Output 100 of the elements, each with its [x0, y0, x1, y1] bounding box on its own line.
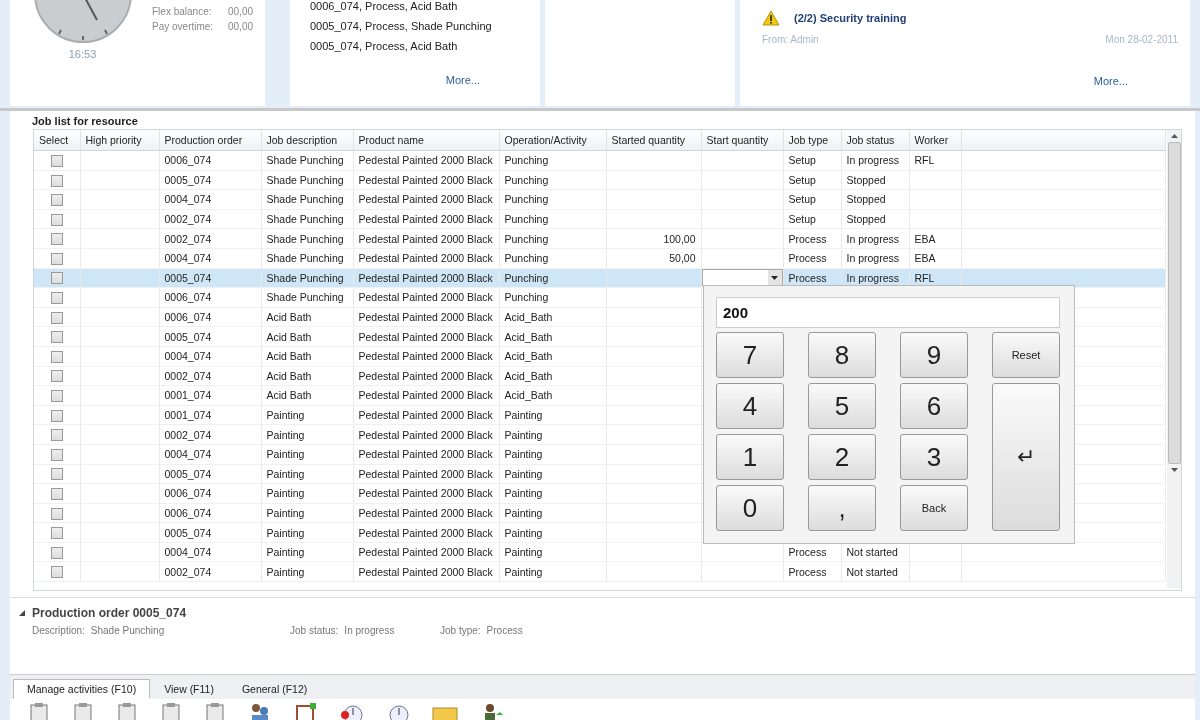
clipboard-icon[interactable]	[72, 703, 94, 720]
column-header[interactable]: Product name	[353, 130, 499, 151]
table-cell: Painting	[504, 428, 543, 441]
message-title[interactable]: (2/2) Security training	[794, 12, 907, 24]
clipboard-icon[interactable]	[204, 703, 226, 720]
keypad-key[interactable]: 1	[716, 434, 784, 480]
checkbox[interactable]	[50, 213, 63, 226]
keypad-key[interactable]: ,	[808, 485, 876, 531]
column-header[interactable]: Job description	[261, 130, 353, 151]
table-cell: EBA	[914, 252, 936, 265]
table-cell: 0004_074	[164, 252, 212, 265]
table-cell: Setup	[788, 154, 816, 167]
checkbox[interactable]	[50, 527, 63, 540]
table-cell: Painting	[266, 467, 305, 480]
table-cell: Process	[788, 232, 827, 245]
keypad-key[interactable]: 3	[900, 434, 968, 480]
table-cell: Pedestal Painted 2000 Black	[358, 154, 493, 167]
keypad-key[interactable]: Reset	[992, 332, 1060, 378]
table-cell: Process	[788, 546, 827, 559]
keypad-key[interactable]: 7	[716, 332, 784, 378]
table-cell: Pedestal Painted 2000 Black	[358, 173, 493, 186]
clipboard-icon[interactable]	[160, 703, 182, 720]
keypad-key[interactable]: ↵	[992, 383, 1060, 531]
checkbox[interactable]	[50, 448, 63, 461]
column-header[interactable]: Job type	[783, 130, 841, 151]
checkbox[interactable]	[50, 507, 63, 520]
table-cell: Painting	[504, 467, 543, 480]
column-header[interactable]: Production order	[159, 130, 261, 151]
keypad-key[interactable]: 9	[900, 332, 968, 378]
table-cell: Painting	[266, 448, 305, 461]
checkbox[interactable]	[50, 252, 63, 265]
column-header[interactable]: Operation/Activity	[499, 130, 606, 151]
table-cell: Pedestal Painted 2000 Black	[358, 467, 493, 480]
keypad-key[interactable]: 6	[900, 383, 968, 429]
column-header[interactable]: Select	[34, 130, 80, 151]
table-cell: 100,00	[663, 232, 696, 245]
ribbon-tab[interactable]: Manage activities (F10)	[13, 679, 151, 699]
keypad-key[interactable]: 4	[716, 383, 784, 429]
checkbox[interactable]	[50, 331, 63, 344]
table-cell: Not started	[846, 546, 898, 559]
ribbon-tab[interactable]: General (F12)	[227, 679, 322, 699]
table-cell: 0006_074	[164, 311, 212, 324]
checkbox[interactable]	[50, 546, 63, 559]
table-cell: Setup	[788, 173, 816, 186]
checkbox[interactable]	[50, 272, 63, 285]
checklist-icon[interactable]	[294, 703, 318, 720]
column-header[interactable]: High priority	[80, 130, 159, 151]
table-cell: Painting	[266, 526, 305, 539]
checkbox[interactable]	[50, 350, 63, 363]
table-cell: Punching	[504, 154, 549, 167]
checkbox[interactable]	[50, 174, 63, 187]
checkbox[interactable]	[50, 292, 63, 305]
column-header[interactable]: Job status	[841, 130, 909, 151]
checkbox[interactable]	[50, 154, 63, 167]
keypad-key[interactable]: 8	[808, 332, 876, 378]
clock-icon[interactable]	[340, 703, 364, 720]
checkbox[interactable]	[50, 468, 63, 481]
column-header[interactable]: Worker	[909, 130, 961, 151]
table-cell: Painting	[504, 487, 543, 500]
scroll-down-icon[interactable]	[1170, 468, 1178, 472]
more-link[interactable]: More...	[445, 74, 480, 86]
table-cell: Acid Bath	[266, 311, 312, 324]
checkbox[interactable]	[50, 429, 63, 442]
column-header[interactable]: Start quantity	[701, 130, 783, 151]
recent-job-item[interactable]: 0006_074, Process, Acid Bath	[310, 0, 540, 12]
table-cell: Pedestal Painted 2000 Black	[358, 487, 493, 500]
keypad-key[interactable]: 0	[716, 485, 784, 531]
checkbox[interactable]	[50, 390, 63, 403]
clock-icon[interactable]	[386, 703, 410, 720]
keypad-key[interactable]: 5	[808, 383, 876, 429]
message-sender: From: Admin	[762, 34, 819, 45]
keypad-key[interactable]: 2	[808, 434, 876, 480]
checkbox[interactable]	[50, 566, 63, 579]
caret-icon[interactable]	[771, 275, 778, 280]
recent-job-item[interactable]: 0005_074, Process, Shade Punching	[310, 20, 540, 32]
recent-job-item[interactable]: 0005_074, Process, Acid Bath	[310, 40, 540, 52]
more-link[interactable]: More...	[1093, 75, 1128, 87]
scroll-up-icon[interactable]	[1170, 134, 1178, 138]
table-cell: Shade Punching	[266, 291, 344, 304]
keypad-key[interactable]: Back	[900, 485, 968, 531]
table-cell: Painting	[504, 565, 543, 578]
clipboard-icon[interactable]	[28, 703, 50, 720]
collapse-icon[interactable]	[18, 609, 26, 617]
table-cell: Stopped	[846, 193, 886, 206]
checkbox[interactable]	[50, 370, 63, 383]
column-header[interactable]: Started quantity	[606, 130, 701, 151]
checkbox[interactable]	[50, 488, 63, 500]
checkbox[interactable]	[50, 194, 63, 207]
checkbox[interactable]	[50, 409, 63, 422]
ribbon-tab[interactable]: View (F11)	[150, 679, 228, 699]
checkbox[interactable]	[50, 311, 63, 324]
table-cell: Pedestal Painted 2000 Black	[358, 507, 493, 519]
table-cell: Punching	[504, 193, 549, 206]
message-date: Mon 28-02-2011	[1105, 34, 1178, 45]
scrollbar[interactable]	[1167, 130, 1181, 588]
table-cell: 0002_074	[164, 213, 212, 226]
table-cell: 0004_074	[164, 546, 212, 559]
checkbox[interactable]	[50, 233, 63, 246]
clipboard-icon[interactable]	[116, 703, 138, 720]
input-field[interactable]: 200	[716, 297, 1060, 328]
